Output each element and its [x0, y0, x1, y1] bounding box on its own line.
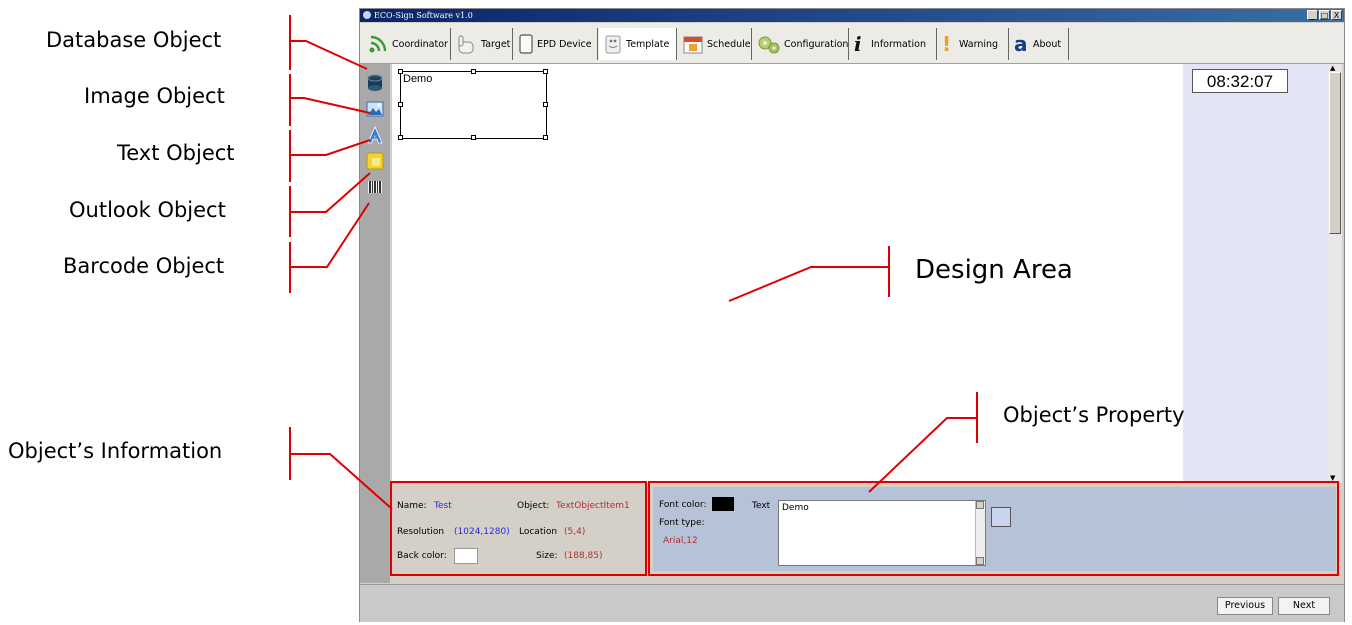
annotation-image-object: Image Object	[84, 84, 225, 108]
scroll-up-icon[interactable]	[976, 501, 984, 509]
maximize-button[interactable]: □	[1319, 10, 1330, 20]
annotation-design-area: Design Area	[915, 255, 1073, 285]
calendar-icon	[683, 36, 703, 54]
tab-about[interactable]: a About	[1010, 28, 1069, 60]
object-toolbox	[360, 64, 390, 583]
about-icon: a	[1014, 32, 1028, 56]
tab-target[interactable]: Target	[452, 28, 513, 60]
text-input-value: Demo	[782, 503, 809, 513]
warning-icon: !	[942, 32, 952, 56]
hand-pointer-icon	[458, 35, 474, 54]
info-icon: i	[854, 32, 862, 56]
annotation-database-object: Database Object	[46, 28, 222, 52]
scroll-up-icon[interactable]: ▲	[1330, 65, 1335, 72]
annotation-objects-information: Object’s Information	[8, 439, 223, 463]
location-value: (5,4)	[564, 527, 586, 537]
tab-schedule-label: Schedule	[707, 38, 751, 50]
scroll-down-icon[interactable]: ▼	[1330, 475, 1335, 482]
tab-bar: Coordinator Target EPD Device Template S…	[360, 23, 1344, 64]
font-type-value[interactable]: Arial,12	[663, 536, 698, 546]
size-value: (188,85)	[564, 551, 603, 561]
size-label: Size:	[536, 551, 558, 561]
window-title: ECO-Sign Software v1.0	[374, 11, 473, 20]
object-property-panel: Font color: Font type: Arial,12 Text Dem…	[653, 487, 1336, 571]
annotation-property-box: Object’s Property	[981, 392, 1185, 442]
scroll-thumb[interactable]	[1329, 72, 1341, 234]
annotation-barcode-object: Barcode Object	[63, 254, 225, 278]
font-type-label: Font type:	[659, 518, 705, 528]
minimize-button[interactable]: _	[1307, 10, 1318, 20]
location-label: Location	[519, 527, 558, 537]
tab-epd-device[interactable]: EPD Device	[514, 28, 598, 60]
tab-configuration-label: Configuration	[784, 38, 849, 50]
font-color-swatch[interactable]	[712, 497, 734, 511]
previous-button[interactable]: Previous	[1217, 597, 1273, 615]
resize-handle[interactable]	[471, 69, 476, 74]
tab-about-label: About	[1033, 38, 1062, 50]
text-object-item[interactable]: Demo	[400, 71, 547, 139]
tab-information[interactable]: i Information	[850, 28, 937, 60]
resize-handle[interactable]	[398, 69, 403, 74]
epd-device-icon	[519, 34, 533, 54]
footer-bar: Previous Next	[360, 584, 1344, 622]
vertical-scrollbar[interactable]: ▲ ▼	[1328, 64, 1342, 483]
back-color-label: Back color:	[397, 551, 447, 561]
tab-coordinator-label: Coordinator	[392, 38, 448, 50]
outlook-object-icon[interactable]	[366, 152, 384, 170]
app-window: ECO-Sign Software v1.0 _ □ X Coordinator…	[359, 8, 1345, 622]
resolution-label: Resolution	[397, 527, 445, 537]
next-button[interactable]: Next	[1278, 597, 1330, 615]
resize-handle[interactable]	[398, 102, 403, 107]
text-object-content: Demo	[403, 73, 433, 85]
annotation-text-object: Text Object	[117, 141, 235, 165]
close-button[interactable]: X	[1331, 10, 1342, 20]
tab-configuration[interactable]: Configuration	[753, 28, 849, 60]
name-value: Test	[434, 501, 452, 511]
tab-warning-label: Warning	[959, 38, 999, 50]
tab-warning[interactable]: ! Warning	[938, 28, 1009, 60]
resize-handle[interactable]	[471, 135, 476, 140]
title-bar: ECO-Sign Software v1.0 _ □ X	[360, 9, 1344, 22]
text-input-scrollbar[interactable]	[975, 501, 985, 565]
tab-template[interactable]: Template	[599, 28, 677, 60]
resolution-value: (1024,1280)	[454, 527, 510, 537]
tab-information-label: Information	[871, 38, 926, 50]
tab-epd-device-label: EPD Device	[537, 38, 592, 50]
image-object-icon[interactable]	[366, 100, 384, 118]
template-icon	[605, 35, 621, 54]
database-object-icon[interactable]	[366, 74, 384, 92]
wireless-signal-icon	[369, 35, 387, 53]
object-value: TextObjectItem1	[556, 501, 630, 511]
annotation-outlook-object: Outlook Object	[69, 198, 226, 222]
text-input[interactable]: Demo	[778, 500, 986, 566]
text-label: Text	[752, 501, 771, 511]
object-information-panel: Name: Test Object: TextObjectItem1 Resol…	[394, 487, 644, 571]
apply-text-button[interactable]	[991, 507, 1011, 527]
resize-handle[interactable]	[398, 135, 403, 140]
font-color-label: Font color:	[659, 500, 707, 510]
annotation-objects-property: Object’s Property	[1003, 403, 1185, 427]
tab-schedule[interactable]: Schedule	[678, 28, 752, 60]
app-icon	[363, 11, 371, 19]
name-label: Name:	[397, 501, 427, 511]
tab-coordinator[interactable]: Coordinator	[363, 28, 451, 60]
text-object-icon[interactable]	[366, 126, 384, 144]
resize-handle[interactable]	[543, 102, 548, 107]
scroll-down-icon[interactable]	[976, 557, 984, 565]
object-label: Object:	[517, 501, 550, 511]
tab-target-label: Target	[481, 38, 511, 50]
tab-template-label: Template	[626, 38, 670, 50]
barcode-object-icon[interactable]	[366, 178, 384, 196]
resize-handle[interactable]	[543, 135, 548, 140]
back-color-swatch[interactable]	[454, 548, 478, 564]
preview-margin	[1183, 64, 1328, 483]
gears-icon	[758, 36, 780, 54]
clock-display: 08:32:07	[1192, 69, 1288, 93]
resize-handle[interactable]	[543, 69, 548, 74]
